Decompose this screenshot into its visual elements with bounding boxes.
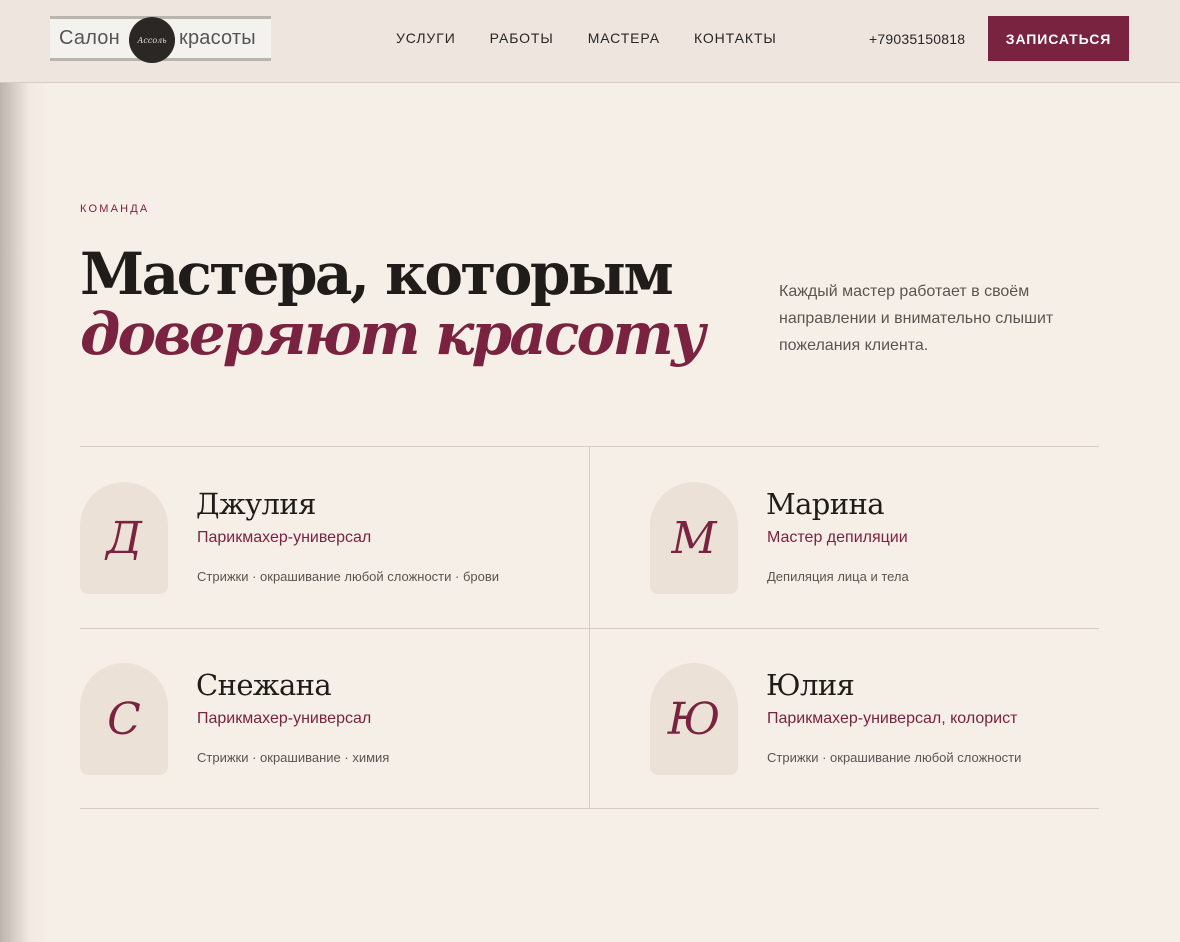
left-edge-shadow bbox=[0, 0, 48, 942]
logo-word-left: Салон bbox=[59, 27, 120, 49]
section-title: Мастера, которым доверяют красоту bbox=[80, 244, 706, 368]
masters-grid: Д Джулия Парикмахер-универсал Стрижки · … bbox=[80, 446, 1099, 809]
section-intro: Каждый мастер работает в своём направлен… bbox=[779, 283, 1054, 354]
nav-services[interactable]: Услуги bbox=[396, 30, 456, 46]
master-card-marina[interactable]: М Марина Мастер депиляции Депиляция лица… bbox=[650, 447, 1159, 628]
title-line-2: доверяют красоту bbox=[80, 300, 706, 368]
avatar: М bbox=[650, 482, 738, 594]
book-button[interactable]: Записаться bbox=[988, 16, 1129, 61]
master-skills: Стрижки · окрашивание · химия bbox=[197, 750, 390, 765]
master-name: Снежана bbox=[196, 668, 332, 702]
master-card-yulia[interactable]: Ю Юлия Парикмахер-универсал, колорист Ст… bbox=[650, 628, 1159, 809]
master-skills: Стрижки · окрашивание любой сложности · … bbox=[197, 569, 500, 584]
avatar: С bbox=[80, 663, 168, 775]
master-card-julia[interactable]: Д Джулия Парикмахер-универсал Стрижки · … bbox=[80, 447, 589, 628]
master-role: Парикмахер-универсал bbox=[197, 529, 372, 546]
avatar-initial: М bbox=[671, 512, 717, 564]
avatar-initial: Д bbox=[106, 512, 142, 564]
section-eyebrow: Команда bbox=[80, 203, 150, 215]
master-role: Мастер депиляции bbox=[767, 529, 908, 546]
master-name: Юлия bbox=[766, 668, 855, 702]
master-role: Парикмахер-универсал, колорист bbox=[767, 710, 1018, 727]
master-card-snezhana[interactable]: С Снежана Парикмахер-универсал Стрижки ·… bbox=[80, 628, 589, 809]
avatar: Ю bbox=[650, 663, 738, 775]
salon-logo[interactable]: Салон Ассоль красоты bbox=[50, 16, 271, 63]
nav-works[interactable]: Работы bbox=[490, 30, 554, 46]
title-line-1: Мастера, которым bbox=[80, 240, 674, 308]
logo-script-word: Ассоль bbox=[137, 35, 167, 45]
master-skills: Стрижки · окрашивание любой сложности bbox=[767, 750, 1022, 765]
site-header: Салон Ассоль красоты Услуги Работы Масте… bbox=[0, 0, 1180, 83]
logo-emblem: Ассоль bbox=[129, 17, 175, 63]
nav-masters[interactable]: Мастера bbox=[588, 30, 660, 46]
avatar: Д bbox=[80, 482, 168, 594]
master-role: Парикмахер-универсал bbox=[197, 710, 372, 727]
avatar-initial: Ю bbox=[667, 693, 721, 745]
phone-link[interactable]: +79035150818 bbox=[869, 31, 965, 47]
master-skills: Депиляция лица и тела bbox=[767, 569, 909, 584]
nav-contacts[interactable]: Контакты bbox=[694, 30, 777, 46]
avatar-initial: С bbox=[107, 693, 141, 745]
main-nav: Услуги Работы Мастера Контакты bbox=[396, 30, 811, 46]
master-name: Марина bbox=[766, 487, 885, 521]
master-name: Джулия bbox=[196, 487, 316, 521]
logo-word-right: красоты bbox=[179, 27, 256, 49]
